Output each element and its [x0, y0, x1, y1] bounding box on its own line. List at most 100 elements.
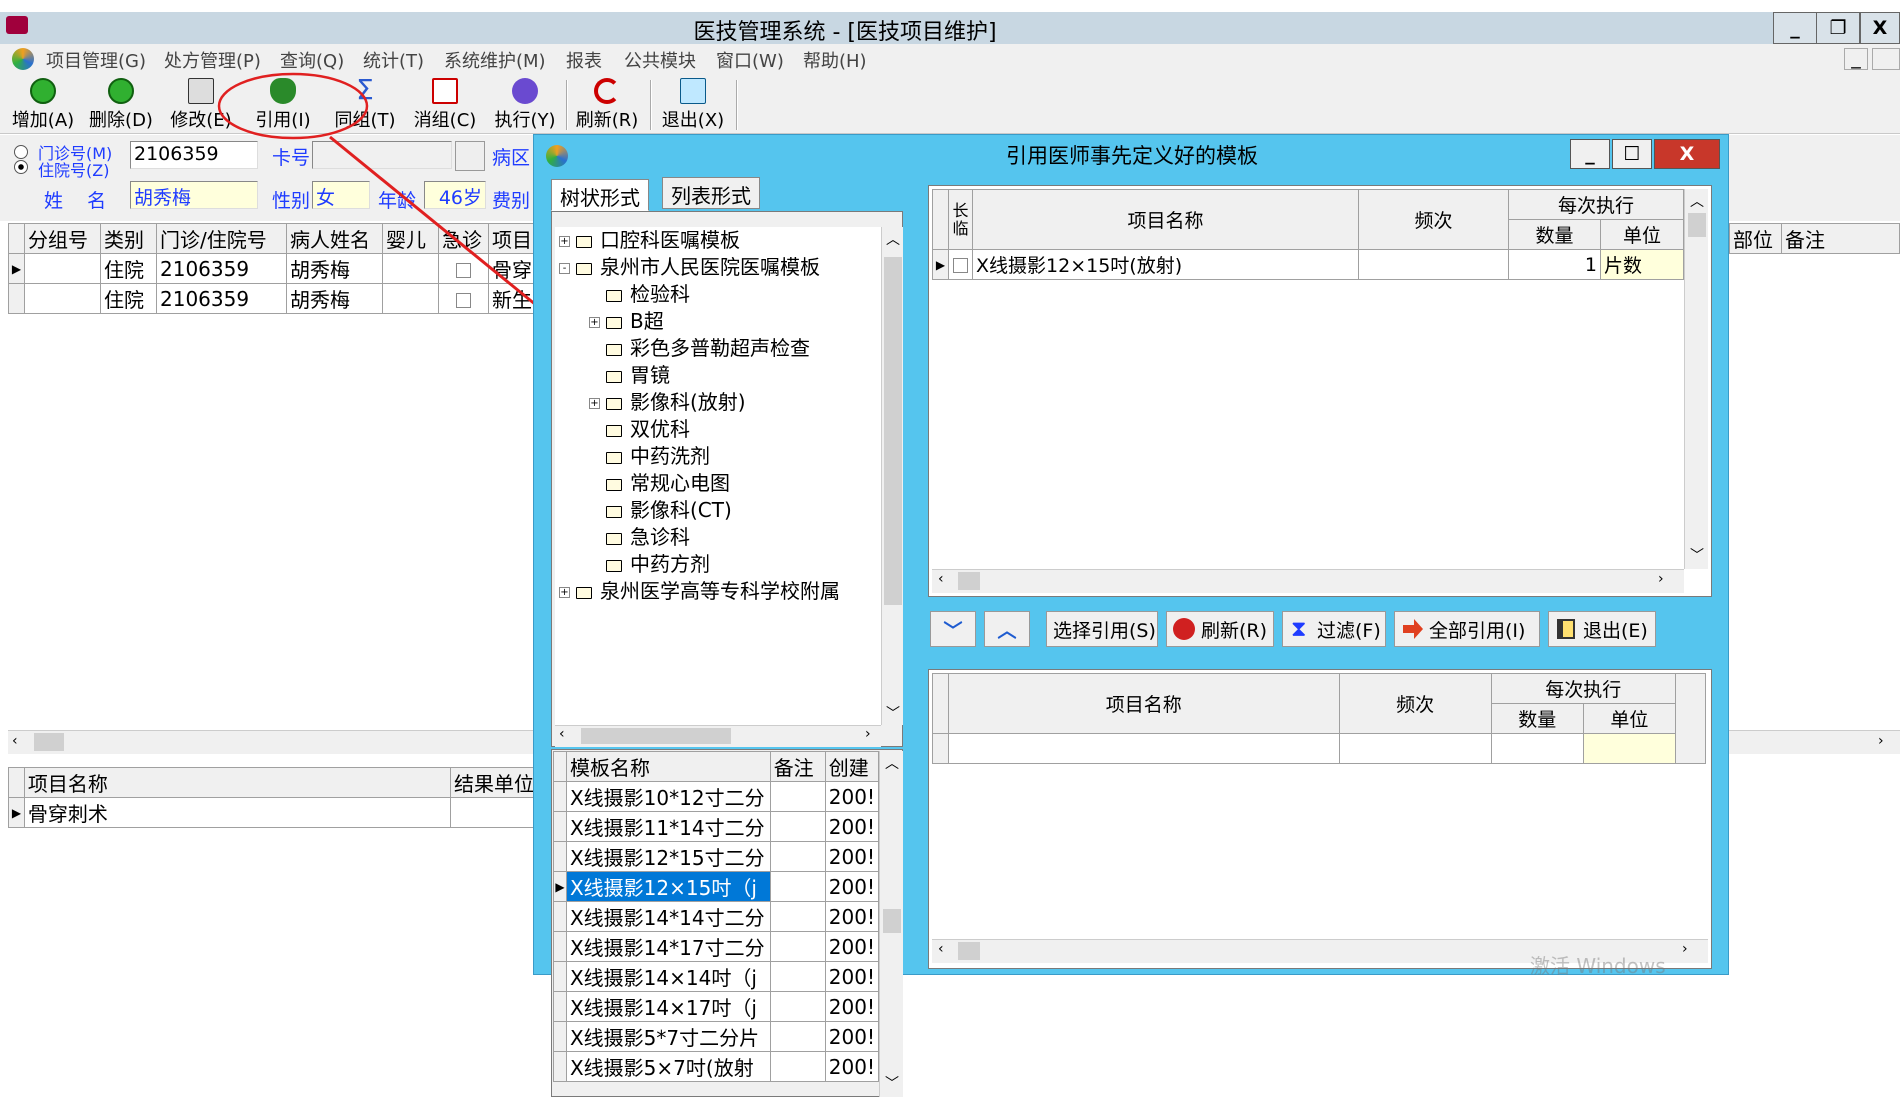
cell-long-temp[interactable]	[948, 249, 973, 280]
tree-node[interactable]: + 口腔科医嘱模板	[559, 227, 840, 254]
tree-node[interactable]: + 影像科(放射)	[559, 389, 840, 416]
scroll-thumb[interactable]	[581, 728, 731, 744]
col-template-remark[interactable]: 备注	[769, 751, 826, 782]
tree-node[interactable]: + 泉州医学高等专科学校附属	[559, 578, 840, 605]
tree-node[interactable]: 双优科	[559, 416, 840, 443]
expand-icon[interactable]: +	[589, 398, 600, 409]
tree-node[interactable]: 常规心电图	[559, 470, 840, 497]
row-indicator	[553, 781, 567, 812]
cell-quantity[interactable]: 1	[1508, 249, 1601, 280]
arrow-right-icon	[1403, 619, 1423, 639]
table-row[interactable]: X线摄影14*14寸二分 200!	[553, 901, 880, 932]
table-row[interactable]: X线摄影12*15寸二分 200!	[553, 841, 880, 872]
dialog-minimize-button[interactable]: _	[1570, 139, 1610, 169]
row-indicator	[553, 811, 567, 842]
cell-unit[interactable]	[1582, 733, 1676, 764]
collapse-icon[interactable]: -	[559, 263, 570, 274]
scroll-up-icon[interactable]: ︿	[1690, 191, 1704, 211]
cell-item-name: X线摄影12×15吋(放射)	[972, 249, 1359, 280]
tree-node[interactable]: 检验科	[559, 281, 840, 308]
tree-horizontal-scrollbar[interactable]: ‹ ›	[555, 725, 881, 747]
filter-button[interactable]: ⧗ 过滤(F)	[1282, 611, 1386, 647]
scroll-right-icon[interactable]: ›	[865, 726, 871, 742]
table-row[interactable]: X线摄影14×17吋（j 200!	[553, 991, 880, 1022]
col-frequency[interactable]: 频次	[1358, 189, 1509, 250]
tree-vertical-scrollbar[interactable]: ︿ ﹀	[881, 227, 903, 725]
scroll-down-icon[interactable]: ﹀	[886, 703, 900, 723]
scroll-left-icon[interactable]: ‹	[938, 941, 944, 957]
col-each-exec[interactable]: 每次执行	[1490, 673, 1676, 704]
table-row[interactable]: X线摄影10*12寸二分 200!	[553, 781, 880, 812]
reference-all-button[interactable]: 全部引用(I)	[1394, 611, 1540, 647]
expand-icon[interactable]: +	[559, 236, 570, 247]
table-row[interactable]: X线摄影5×7吋(放射 200!	[553, 1051, 880, 1082]
dialog-close-button[interactable]: X	[1654, 139, 1720, 169]
scroll-left-icon[interactable]: ‹	[559, 726, 565, 742]
scroll-right-icon[interactable]: ›	[1658, 571, 1664, 587]
table-row[interactable]: X线摄影5*7寸二分片 200!	[553, 1021, 880, 1052]
col-template-name[interactable]: 模板名称	[565, 751, 771, 782]
col-quantity[interactable]: 数量	[1490, 703, 1584, 734]
exit-dialog-button[interactable]: 退出(E)	[1548, 611, 1656, 647]
scroll-right-icon[interactable]: ›	[1682, 941, 1688, 957]
scroll-down-icon[interactable]: ﹀	[1690, 545, 1704, 565]
tree-node[interactable]: + B超	[559, 308, 840, 335]
scroll-thumb[interactable]	[958, 942, 980, 960]
col-quantity[interactable]: 数量	[1508, 219, 1601, 250]
cell-template-name: X线摄影5*7寸二分片	[565, 1021, 771, 1052]
tree-node[interactable]: 影像科(CT)	[559, 497, 840, 524]
col-template-created[interactable]: 创建	[824, 751, 880, 782]
scroll-down-icon[interactable]: ﹀	[885, 1073, 899, 1093]
template-tree: + 口腔科医嘱模板 - 泉州市人民医院医嘱模板 检验科 + B超 彩色多普勒超声检查 胃镜 + 影像…	[555, 227, 881, 725]
folder-icon	[606, 532, 622, 545]
expand-icon[interactable]: +	[559, 587, 570, 598]
table-row[interactable]: X线摄影11*14寸二分 200!	[553, 811, 880, 842]
folder-icon	[576, 262, 592, 275]
cell-template-created: 200!	[824, 931, 880, 962]
tab-list[interactable]: 列表形式	[662, 177, 760, 209]
tree-node[interactable]: 急诊科	[559, 524, 840, 551]
table-row[interactable]	[931, 733, 1706, 764]
table-row[interactable]: ▶ X线摄影12×15吋（j 200!	[553, 871, 880, 902]
dialog-maximize-button[interactable]: ☐	[1612, 139, 1652, 169]
cell-frequency[interactable]	[1338, 733, 1492, 764]
col-frequency[interactable]: 频次	[1338, 673, 1492, 734]
items-horizontal-scrollbar[interactable]: ‹ ›	[932, 569, 1684, 593]
long-temp-checkbox[interactable]	[953, 257, 968, 273]
items-vertical-scrollbar[interactable]: ︿ ﹀	[1684, 189, 1708, 569]
tree-node[interactable]: 中药洗剂	[559, 443, 840, 470]
tree-node[interactable]: 中药方剂	[559, 551, 840, 578]
scroll-thumb[interactable]	[884, 257, 902, 605]
tab-tree[interactable]: 树状形式	[551, 179, 649, 211]
select-reference-button[interactable]: 选择引用(S)	[1046, 611, 1158, 647]
col-item-name[interactable]: 项目名称	[948, 673, 1340, 734]
col-unit[interactable]: 单位	[1582, 703, 1676, 734]
move-up-button[interactable]: ︿	[984, 611, 1030, 647]
tree-node[interactable]: - 泉州市人民医院医嘱模板	[559, 254, 840, 281]
cell-template-created: 200!	[824, 961, 880, 992]
folder-icon	[576, 586, 592, 599]
scroll-thumb[interactable]	[1688, 213, 1706, 237]
cell-template-created: 200!	[824, 901, 880, 932]
col-each-exec[interactable]: 每次执行	[1508, 189, 1684, 220]
scroll-thumb[interactable]	[958, 572, 980, 590]
cell-unit[interactable]: 片数	[1600, 249, 1684, 280]
tree-node[interactable]: 彩色多普勒超声检查	[559, 335, 840, 362]
scroll-up-icon[interactable]: ︿	[885, 753, 899, 773]
expand-icon[interactable]: +	[589, 317, 600, 328]
template-list-scrollbar[interactable]: ︿ ﹀	[879, 751, 903, 1097]
tree-node[interactable]: 胃镜	[559, 362, 840, 389]
scroll-left-icon[interactable]: ‹	[938, 571, 944, 587]
move-down-button[interactable]: ﹀	[930, 611, 976, 647]
table-row[interactable]: X线摄影14×14吋（j 200!	[553, 961, 880, 992]
cell-item-name[interactable]	[948, 733, 1340, 764]
cell-quantity[interactable]	[1490, 733, 1584, 764]
table-row[interactable]: ▶ X线摄影12×15吋(放射) 1 片数	[932, 249, 1684, 280]
col-unit[interactable]: 单位	[1600, 219, 1684, 250]
col-long-temp[interactable]: 长临	[948, 189, 973, 250]
col-item-name[interactable]: 项目名称	[972, 189, 1359, 250]
refresh-dialog-button[interactable]: 刷新(R)	[1166, 611, 1274, 647]
scroll-up-icon[interactable]: ︿	[886, 229, 900, 249]
scroll-thumb[interactable]	[883, 909, 901, 933]
table-row[interactable]: X线摄影14*17寸二分 200!	[553, 931, 880, 962]
